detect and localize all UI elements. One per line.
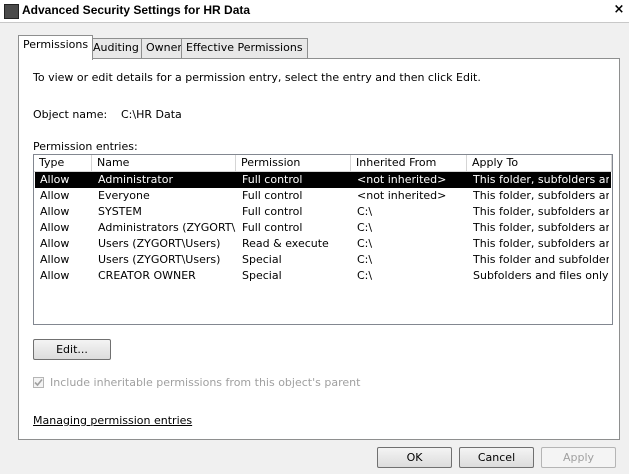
cell-permission: Full control [242, 189, 303, 202]
cell-permission: Full control [242, 173, 303, 186]
cell-name: Users (ZYGORT\Users) [98, 237, 221, 250]
column-header-apply-to[interactable]: Apply To [467, 155, 612, 171]
cell-permission: Special [242, 269, 282, 282]
cell-type: Allow [40, 237, 70, 250]
table-row[interactable]: Allow Users (ZYGORT\Users) Read & execute C… [35, 236, 611, 252]
cell-inherited-from: <not inherited> [357, 173, 447, 186]
cell-type: Allow [40, 173, 70, 186]
table-row[interactable]: Allow CREATOR OWNER Special C:\ Subfolders a… [35, 268, 611, 284]
folder-icon [4, 4, 19, 19]
cell-permission: Full control [242, 205, 303, 218]
table-row[interactable]: Allow Users (ZYGORT\Users) Special C:\ This … [35, 252, 611, 268]
column-header-permission[interactable]: Permission [236, 155, 351, 171]
cell-apply-to: This folder, subfolders and... [473, 173, 609, 186]
close-icon[interactable]: × [611, 2, 627, 18]
include-inheritable-checkbox[interactable] [33, 377, 44, 388]
column-header-name[interactable]: Name [92, 155, 236, 171]
tab-auditing[interactable]: Auditing [88, 38, 144, 58]
column-header-inherited-from[interactable]: Inherited From [351, 155, 467, 171]
cell-apply-to: This folder, subfolders and... [473, 205, 609, 218]
object-name-value: C:\HR Data [121, 108, 182, 121]
cell-apply-to: Subfolders and files only [473, 269, 609, 282]
cell-name: Administrators (ZYGORT\... [98, 221, 236, 234]
cell-name: Users (ZYGORT\Users) [98, 253, 221, 266]
instructions-text: To view or edit details for a permission… [33, 71, 481, 84]
cell-apply-to: This folder, subfolders and... [473, 189, 609, 202]
permissions-panel: To view or edit details for a permission… [18, 58, 620, 440]
title-bar: Advanced Security Settings for HR Data × [0, 0, 629, 23]
cell-type: Allow [40, 221, 70, 234]
cell-name: Administrator [98, 173, 173, 186]
cell-type: Allow [40, 269, 70, 282]
cell-permission: Special [242, 253, 282, 266]
tab-permissions[interactable]: Permissions [18, 35, 94, 60]
checkmark-icon [34, 378, 43, 387]
cell-inherited-from: C:\ [357, 253, 373, 266]
object-name-label: Object name: [33, 108, 108, 121]
cell-name: Everyone [98, 189, 150, 202]
cell-type: Allow [40, 189, 70, 202]
managing-permission-entries-link[interactable]: Managing permission entries [33, 414, 192, 427]
cell-inherited-from: C:\ [357, 221, 373, 234]
cell-type: Allow [40, 253, 70, 266]
cell-apply-to: This folder, subfolders and... [473, 221, 609, 234]
cell-permission: Full control [242, 221, 303, 234]
cell-inherited-from: C:\ [357, 205, 373, 218]
cell-type: Allow [40, 205, 70, 218]
edit-button[interactable]: Edit... [33, 339, 111, 360]
table-row[interactable]: Allow Administrator Full control <not inher… [35, 172, 611, 188]
cell-inherited-from: C:\ [357, 269, 373, 282]
cell-inherited-from: C:\ [357, 237, 373, 250]
column-header-type[interactable]: Type [34, 155, 92, 171]
cell-name: CREATOR OWNER [98, 269, 196, 282]
permission-entries-label: Permission entries: [33, 140, 138, 153]
list-header: Type Name Permission Inherited From Appl… [34, 155, 612, 172]
cell-apply-to: This folder, subfolders and... [473, 237, 609, 250]
cell-inherited-from: <not inherited> [357, 189, 447, 202]
include-inheritable-label: Include inheritable permissions from thi… [50, 376, 361, 389]
ok-button[interactable]: OK [377, 447, 452, 468]
cell-name: SYSTEM [98, 205, 142, 218]
window-title: Advanced Security Settings for HR Data [22, 3, 251, 17]
table-row[interactable]: Allow SYSTEM Full control C:\ This folder, s… [35, 204, 611, 220]
cancel-button[interactable]: Cancel [459, 447, 534, 468]
table-row[interactable]: Allow Administrators (ZYGORT\... Full cont… [35, 220, 611, 236]
cell-apply-to: This folder and subfolders [473, 253, 609, 266]
permission-entries-list[interactable]: Type Name Permission Inherited From Appl… [33, 154, 613, 325]
tab-effective-permissions[interactable]: Effective Permissions [181, 38, 308, 58]
table-row[interactable]: Allow Everyone Full control <not inherited>… [35, 188, 611, 204]
cell-permission: Read & execute [242, 237, 329, 250]
apply-button[interactable]: Apply [541, 447, 616, 468]
